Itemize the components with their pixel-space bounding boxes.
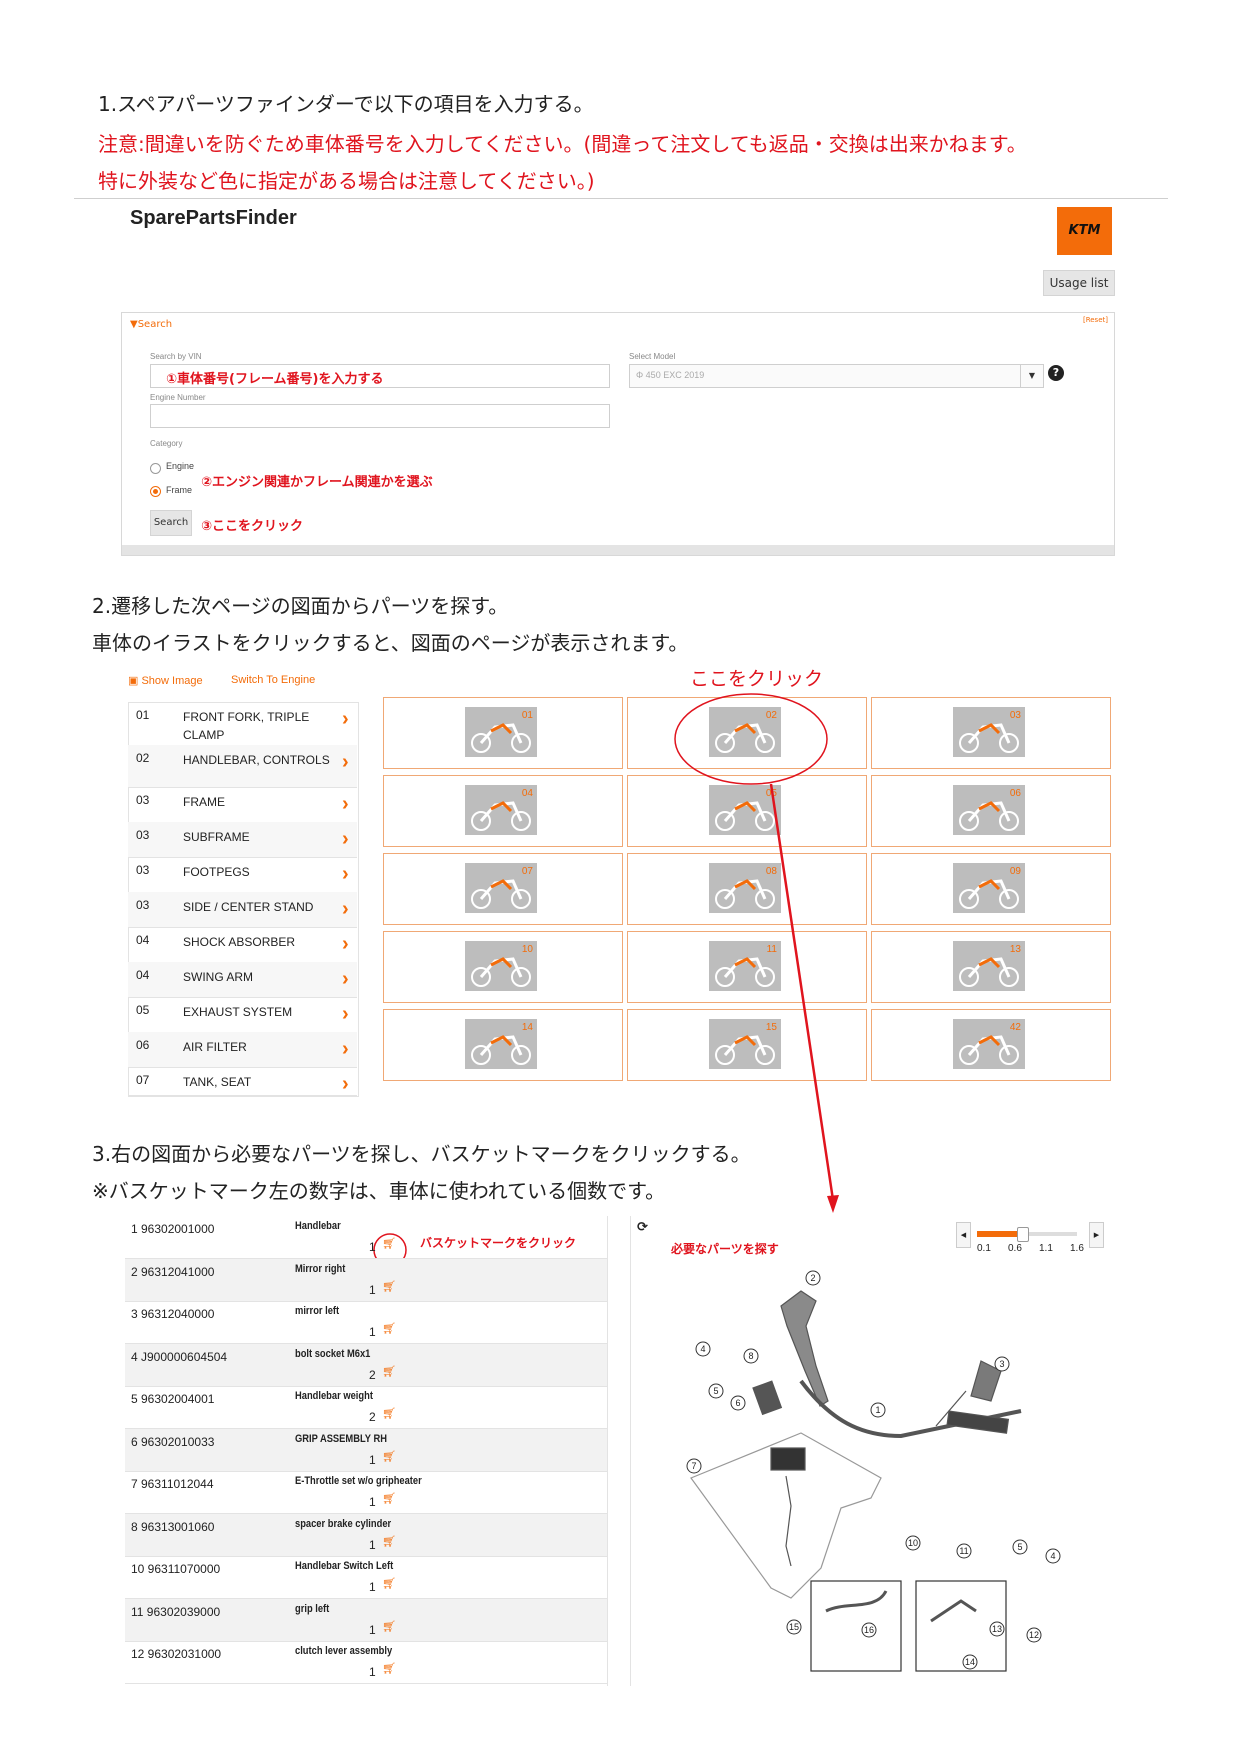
part-quantity: 1 bbox=[369, 1665, 376, 1679]
table-row: 2 96312041000 Mirror right 1 🛒︎ bbox=[125, 1258, 607, 1302]
part-quantity: 2 bbox=[369, 1367, 376, 1382]
part-quantity: 1 bbox=[369, 1282, 376, 1297]
table-row: 8 96313001060 spacer brake cylinder 1 🛒︎ bbox=[125, 1513, 607, 1557]
part-number: 12 96302031000 bbox=[131, 1647, 222, 1661]
callout-number: 14 bbox=[965, 1657, 975, 1667]
basket-icon[interactable]: 🛒︎ bbox=[382, 1407, 396, 1420]
callout-number: 5 bbox=[1017, 1542, 1022, 1552]
part-description: GRIP ASSEMBLY RH bbox=[295, 1432, 387, 1445]
arrow-head bbox=[827, 1195, 839, 1213]
basket-icon[interactable]: 🛒︎ bbox=[382, 1322, 396, 1335]
callout-number: 11 bbox=[959, 1546, 968, 1556]
step3-title: 3.右の図面から必要なパーツを探し、バスケットマークをクリックする。 bbox=[92, 1142, 751, 1166]
table-row: 6 96302010033 GRIP ASSEMBLY RH 1 🛒︎ bbox=[125, 1428, 607, 1472]
callout-number: 5 bbox=[713, 1386, 718, 1396]
diagram-panel: ⟳ 必要なパーツを探す ◀ 0.1 0.6 1.1 1.6 ▶ 1 2 3 4 … bbox=[630, 1216, 1111, 1686]
basket-icon[interactable]: 🛒︎ bbox=[382, 1365, 396, 1378]
table-row: 10 96311070000 Handlebar Switch Left 1 🛒︎ bbox=[125, 1556, 607, 1599]
callout-number: 10 bbox=[908, 1538, 918, 1548]
part-description: grip left bbox=[295, 1602, 330, 1615]
part-number: 10 96311070000 bbox=[131, 1562, 221, 1576]
part-description: bolt socket M6x1 bbox=[295, 1347, 371, 1360]
part-description: spacer brake cylinder bbox=[295, 1517, 392, 1530]
part-quantity: 1 bbox=[369, 1452, 376, 1467]
part-description: Handlebar bbox=[295, 1220, 341, 1232]
handlebar-diagram[interactable]: 123456781011 5415 16 131214 bbox=[631, 1216, 1111, 1686]
part-quantity: 1 bbox=[369, 1240, 376, 1254]
table-row: 3 96312040000 mirror left 1 🛒︎ bbox=[125, 1301, 607, 1344]
part-quantity: 1 bbox=[369, 1580, 376, 1594]
callout-number: 12 bbox=[1029, 1630, 1039, 1640]
part-description: clutch lever assembly bbox=[295, 1645, 393, 1657]
callout-number: 13 bbox=[992, 1624, 1002, 1634]
basket-icon[interactable]: 🛒︎ bbox=[382, 1662, 396, 1675]
callout-number: 4 bbox=[1050, 1551, 1055, 1561]
part-number: 4 J900000604504 bbox=[131, 1349, 228, 1364]
step3-subtitle: ※バスケットマーク左の数字は、車体に使われている個数です。 bbox=[92, 1179, 666, 1203]
table-row: 7 96311012044 E-Throttle set w/o gripheat… bbox=[125, 1471, 607, 1514]
part-number: 6 96302010033 bbox=[131, 1434, 215, 1449]
basket-icon[interactable]: 🛒︎ bbox=[382, 1280, 396, 1293]
part-number: 11 96302039000 bbox=[131, 1604, 221, 1619]
basket-icon[interactable]: 🛒︎ bbox=[382, 1450, 396, 1463]
click-here-ellipse bbox=[674, 693, 828, 785]
part-number: 2 96312041000 bbox=[131, 1264, 215, 1279]
table-row: 12 96302031000 clutch lever assembly 1 🛒︎ bbox=[125, 1641, 607, 1684]
callout-number: 3 bbox=[999, 1359, 1004, 1369]
callout-number: 6 bbox=[735, 1398, 740, 1408]
part-quantity: 2 bbox=[369, 1410, 376, 1424]
callout-number: 8 bbox=[748, 1351, 753, 1361]
callout-number: 16 bbox=[864, 1625, 874, 1635]
part-number: 8 96313001060 bbox=[131, 1519, 215, 1534]
basket-icon[interactable]: 🛒︎ bbox=[382, 1237, 396, 1250]
callout-number: 1 bbox=[875, 1405, 880, 1415]
basket-icon[interactable]: 🛒︎ bbox=[382, 1492, 396, 1505]
annotation-arrow bbox=[769, 783, 835, 1201]
basket-icon[interactable]: 🛒︎ bbox=[382, 1620, 396, 1633]
part-quantity: 1 bbox=[369, 1325, 376, 1339]
part-description: mirror left bbox=[295, 1305, 340, 1317]
basket-annotation: バスケットマークをクリック bbox=[420, 1236, 577, 1250]
part-description: Handlebar weight bbox=[295, 1390, 373, 1402]
parts-table: 1 96302001000 Handlebar 1 🛒︎ 2 96312041000 Mi… bbox=[125, 1216, 608, 1686]
part-quantity: 1 bbox=[369, 1622, 376, 1637]
part-number: 3 96312040000 bbox=[131, 1307, 215, 1321]
part-description: Handlebar Switch Left bbox=[295, 1560, 394, 1572]
basket-icon[interactable]: 🛒︎ bbox=[382, 1535, 396, 1548]
table-row: 4 J900000604504 bolt socket M6x1 2 🛒︎ bbox=[125, 1343, 607, 1387]
table-row: 11 96302039000 grip left 1 🛒︎ bbox=[125, 1598, 607, 1642]
part-description: E-Throttle set w/o gripheater bbox=[295, 1475, 422, 1487]
callout-number: 7 bbox=[691, 1461, 696, 1471]
basket-icon[interactable]: 🛒︎ bbox=[382, 1577, 396, 1590]
part-quantity: 1 bbox=[369, 1495, 376, 1509]
callout-number: 4 bbox=[700, 1344, 705, 1354]
table-row: 5 96302004001 Handlebar weight 2 🛒︎ bbox=[125, 1386, 607, 1429]
callout-number: 2 bbox=[810, 1273, 815, 1283]
part-description: Mirror right bbox=[295, 1262, 346, 1275]
part-number: 5 96302004001 bbox=[131, 1392, 215, 1406]
part-number: 7 96311012044 bbox=[131, 1477, 214, 1491]
part-number: 1 96302001000 bbox=[131, 1222, 215, 1236]
part-quantity: 1 bbox=[369, 1537, 376, 1552]
callout-number: 15 bbox=[789, 1622, 799, 1632]
